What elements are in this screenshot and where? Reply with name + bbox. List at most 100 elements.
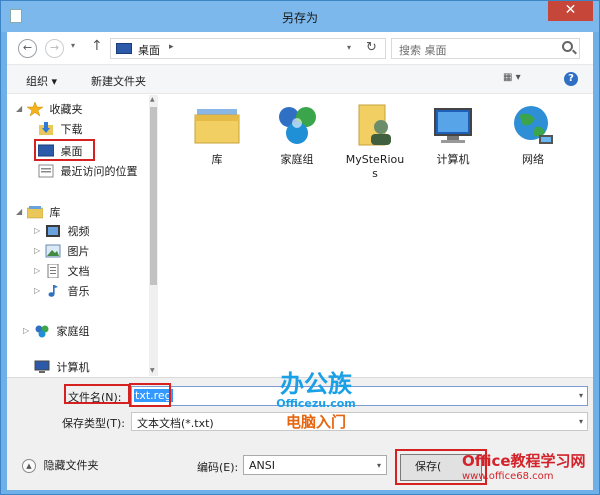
watermark-logo-main: 办公族 <box>280 370 352 398</box>
title-bar: 另存为 ✕ <box>1 1 599 32</box>
watermark-logo-url: Officezu.com <box>276 397 356 410</box>
watermark-corner: Office教程学习网 www.office68.com <box>462 453 592 493</box>
search-placeholder: 搜索 桌面 <box>399 44 447 57</box>
expand-arrow-icon[interactable]: ▷ <box>34 286 40 295</box>
breadcrumb-arrow-icon[interactable]: ▸ <box>169 42 174 52</box>
computer-icon <box>429 101 477 149</box>
sidebar-item-pictures[interactable]: ▷ 图片 <box>34 243 90 261</box>
watermark-corner-main: Office教程学习网 <box>462 452 586 470</box>
list-item[interactable]: 库 <box>185 101 249 167</box>
hide-folders-button[interactable]: ▲ 隐藏文件夹 <box>22 457 99 473</box>
filename-highlight <box>129 383 171 407</box>
library-icon <box>26 205 44 219</box>
sidebar-item-computer[interactable]: ▷ 计算机 <box>34 359 90 373</box>
desktop-icon <box>37 144 55 158</box>
sidebar-item-desktop[interactable]: 桌面 <box>34 139 95 161</box>
sidebar-label: 视频 <box>67 225 90 238</box>
scroll-down-icon[interactable]: ▼ <box>150 367 155 374</box>
help-icon[interactable]: ? <box>564 72 578 86</box>
sidebar-label: 图片 <box>67 245 90 258</box>
desktop-icon <box>116 43 132 54</box>
sidebar-item-music[interactable]: ▷ 音乐 <box>34 283 90 301</box>
encoding-label: 编码(E): <box>197 461 239 474</box>
expand-arrow-icon[interactable]: ▷ <box>34 226 40 235</box>
hide-folders-label: 隐藏文件夹 <box>43 459 99 472</box>
music-icon <box>45 284 61 298</box>
item-label: 库 <box>211 153 223 166</box>
item-label: 家庭组 <box>280 153 314 166</box>
recent-places-icon <box>38 164 54 178</box>
document-icon <box>45 263 61 279</box>
filename-label: 文件名(N): <box>68 391 122 404</box>
chevron-down-icon[interactable]: ▾ <box>377 461 381 470</box>
sidebar-label: 最近访问的位置 <box>60 165 138 178</box>
sidebar-item-homegroup[interactable]: ▷ 家庭组 <box>23 323 90 341</box>
sidebar-item-libraries[interactable]: ◢ 库 <box>16 204 61 222</box>
refresh-button[interactable]: ↻ <box>366 40 377 55</box>
library-icon <box>193 101 241 149</box>
sidebar-label: 库 <box>49 206 61 219</box>
list-item[interactable]: 计算机 <box>421 101 485 167</box>
list-item[interactable]: MySteRious <box>343 101 407 181</box>
address-bar[interactable]: 桌面 ▸ ▾ ↻ <box>110 38 386 59</box>
video-icon <box>45 224 61 238</box>
homegroup-icon <box>273 101 321 149</box>
address-dropdown-icon[interactable]: ▾ <box>347 43 351 52</box>
list-item[interactable]: 家庭组 <box>265 101 329 167</box>
sidebar-label: 收藏夹 <box>49 103 83 116</box>
expand-arrow-icon[interactable]: ▷ <box>34 246 40 255</box>
sidebar-item-favorites[interactable]: ◢ 收藏夹 <box>16 101 83 119</box>
user-folder-icon <box>351 101 399 149</box>
sidebar-item-recent-places[interactable]: 最近访问的位置 <box>38 163 138 181</box>
list-item[interactable]: 网络 <box>501 101 565 167</box>
item-label: 网络 <box>522 153 544 166</box>
homegroup-icon <box>34 324 50 338</box>
star-icon <box>26 101 44 117</box>
search-input[interactable]: 搜索 桌面 <box>391 38 580 59</box>
file-list: 库 家庭组 MySteRious 计算机 网络 <box>159 95 593 376</box>
expand-arrow-icon[interactable]: ◢ <box>16 207 22 216</box>
watermark-corner-url: www.office68.com <box>462 471 554 482</box>
sidebar-label: 音乐 <box>67 285 90 298</box>
encoding-value: ANSI <box>249 459 275 472</box>
sidebar-item-videos[interactable]: ▷ 视频 <box>34 223 90 241</box>
close-button[interactable]: ✕ <box>548 1 593 21</box>
new-folder-button[interactable]: 新建文件夹 <box>91 73 146 89</box>
scroll-up-icon[interactable]: ▲ <box>150 96 155 103</box>
collapse-up-icon[interactable]: ▲ <box>22 459 36 473</box>
organize-menu-button[interactable]: 组织 ▾ <box>26 73 57 89</box>
sidebar-label: 桌面 <box>60 145 83 158</box>
sidebar-label: 家庭组 <box>56 325 90 338</box>
computer-icon <box>34 360 50 373</box>
filetype-label: 保存类型(T): <box>62 417 126 430</box>
up-button[interactable]: ↑ <box>91 38 103 54</box>
expand-arrow-icon[interactable]: ◢ <box>16 104 22 113</box>
back-button[interactable]: ← <box>18 39 37 58</box>
sidebar-label: 计算机 <box>56 361 90 373</box>
sidebar-label: 文档 <box>67 265 90 278</box>
command-bar: 组织 ▾ 新建文件夹 ▦ ▾ ? <box>7 64 593 94</box>
forward-button[interactable]: → <box>45 39 64 58</box>
chevron-down-icon[interactable]: ▾ <box>579 391 583 400</box>
sidebar-item-documents[interactable]: ▷ 文档 <box>34 263 90 281</box>
search-icon[interactable] <box>562 41 573 52</box>
encoding-select[interactable]: ANSI ▾ <box>243 455 387 475</box>
dialog-title: 另存为 <box>281 11 318 25</box>
breadcrumb-desktop[interactable]: 桌面 <box>138 42 160 58</box>
sidebar-item-downloads[interactable]: 下载 <box>38 121 83 139</box>
filetype-value: 文本文档(*.txt) <box>137 417 214 430</box>
network-icon <box>509 101 557 149</box>
expand-arrow-icon[interactable]: ▷ <box>23 326 29 335</box>
scrollbar-thumb[interactable] <box>150 107 157 285</box>
recent-locations-button[interactable]: ▾ <box>71 41 75 50</box>
sidebar-label: 下载 <box>60 123 83 136</box>
address-row: ← → ▾ ↑ 桌面 ▸ ▾ ↻ 搜索 桌面 <box>7 32 593 64</box>
navigation-scrollbar[interactable]: ▲ ▼ <box>149 95 158 376</box>
expand-arrow-icon[interactable]: ▷ <box>34 266 40 275</box>
item-label: MySteRious <box>345 153 405 180</box>
navigation-pane: ◢ 收藏夹 下载 桌面 最近访问的位置 ◢ 库 ▷ 视频 ▷ 图片 ▷ 文档 ▷… <box>7 95 158 376</box>
change-view-button[interactable]: ▦ ▾ <box>503 72 537 88</box>
item-label: 计算机 <box>436 153 470 166</box>
watermark-logo: 办公族 Officezu.com 电脑入门 <box>270 371 362 441</box>
chevron-down-icon[interactable]: ▾ <box>579 417 583 426</box>
